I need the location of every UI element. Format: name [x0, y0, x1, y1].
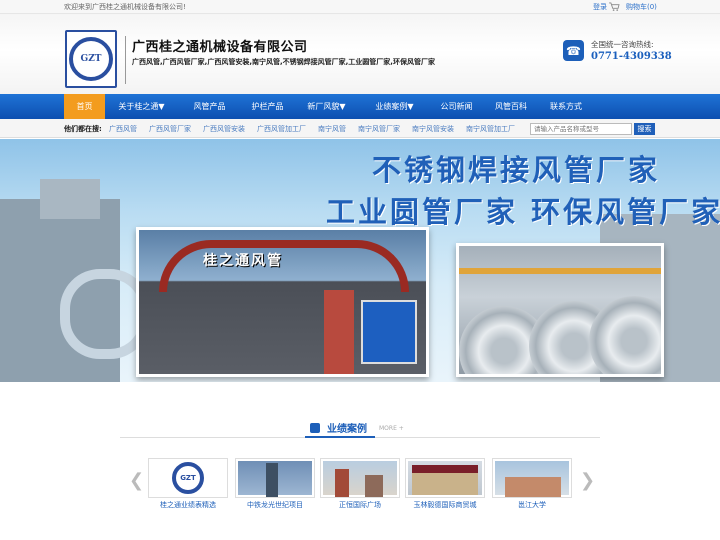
cases-title-underline	[305, 436, 375, 438]
nav-item-contact[interactable]: 联系方式	[539, 94, 593, 119]
carousel-next-icon[interactable]: ❯	[580, 470, 595, 491]
company-logo[interactable]: GZT	[65, 30, 117, 88]
cart-link[interactable]: 购物车(0)	[626, 2, 657, 12]
hot-search-link[interactable]: 南宁风管安装	[412, 124, 454, 134]
case-thumbnail[interactable]	[235, 458, 315, 498]
overhead-crane	[459, 268, 661, 274]
case-image	[238, 461, 312, 497]
factory-gate-photo: 桂之通风管	[136, 227, 429, 377]
nav-item-news[interactable]: 公司新闻	[430, 94, 483, 119]
gate-pillar	[324, 290, 354, 374]
hot-search-links: 广西风管 广西风管厂家 广西风管安装 广西风管加工厂 南宁风管 南宁风管厂家 南…	[109, 124, 527, 134]
case-image	[323, 461, 397, 497]
nav-item-about[interactable]: 关于桂之通▼	[105, 94, 178, 119]
site-header: GZT 广西桂之通机械设备有限公司 广西风管,广西风管厂家,广西风管安装,南宁风…	[0, 14, 720, 94]
factory-gate-arch	[159, 240, 409, 292]
hot-search-link[interactable]: 广西风管加工厂	[257, 124, 306, 134]
hot-search-link[interactable]: 南宁风管厂家	[358, 124, 400, 134]
building-shape	[412, 473, 478, 495]
main-nav: 首页 关于桂之通▼ 风管产品 护栏产品 新厂风貌▼ 业绩案例▼ 公司新闻 风管百…	[0, 94, 720, 119]
search-button[interactable]: 搜索	[634, 123, 655, 135]
case-image	[495, 461, 569, 497]
hot-search-bar: 他们都在搜: 广西风管 广西风管厂家 广西风管安装 广西风管加工厂 南宁风管 南…	[0, 119, 720, 138]
building-shape	[505, 477, 561, 497]
building-shape	[412, 465, 478, 473]
hotline-number: 0771-4309338	[591, 51, 672, 62]
hot-search-link[interactable]: 广西风管厂家	[149, 124, 191, 134]
banner-slogan-line1: 不锈钢焊接风管厂家	[372, 153, 661, 187]
case-image	[408, 461, 482, 495]
case-label[interactable]: 邕江大学	[492, 500, 572, 510]
case-label[interactable]: 桂之通业绩表精选	[148, 500, 228, 510]
cases-section-header: 业绩案例 MORE +	[120, 418, 600, 438]
case-image: GZT	[151, 461, 225, 495]
nav-item-home[interactable]: 首页	[64, 94, 105, 119]
building-shape	[335, 469, 349, 497]
welcome-text: 欢迎来到广西桂之通机械设备有限公司!	[64, 3, 186, 11]
case-label[interactable]: 正恒国际广场	[320, 500, 400, 510]
hotline-label: 全国统一咨询热线:	[591, 40, 654, 49]
case-thumbnail[interactable]: GZT	[148, 458, 228, 498]
hot-search-link[interactable]: 广西风管	[109, 124, 137, 134]
case-thumbnail[interactable]	[405, 458, 485, 498]
building-shape	[365, 475, 383, 497]
phone-icon: ☎	[563, 40, 584, 61]
case-thumbnail[interactable]	[492, 458, 572, 498]
background-building	[40, 179, 100, 219]
nav-item-guardrail-products[interactable]: 护栏产品	[241, 94, 294, 119]
hero-banner[interactable]: 不锈钢焊接风管厂家 工业圆管厂家 环保风管厂家 桂之通风管	[0, 139, 720, 382]
workshop-photo	[456, 243, 664, 377]
nav-item-duct-products[interactable]: 风管产品	[178, 94, 241, 119]
factory-sign-text: 桂之通风管	[203, 253, 283, 269]
tower-shape	[266, 463, 278, 497]
nav-item-new-factory[interactable]: 新厂风貌▼	[294, 94, 359, 119]
cart-icon[interactable]	[609, 2, 620, 11]
header-divider	[125, 36, 126, 84]
logo-mark: GZT	[172, 462, 204, 494]
cases-title: 业绩案例	[327, 424, 367, 435]
search-input[interactable]	[530, 123, 632, 135]
login-link[interactable]: 登录	[593, 2, 607, 12]
hot-search-link[interactable]: 南宁风管	[318, 124, 346, 134]
hot-search-link[interactable]: 南宁风管加工厂	[466, 124, 515, 134]
spiral-duct	[589, 296, 661, 374]
hot-search-link[interactable]: 广西风管安装	[203, 124, 245, 134]
cases-more-link[interactable]: MORE +	[379, 425, 404, 432]
cases-title-icon	[310, 423, 320, 433]
info-board	[361, 300, 417, 364]
logo-mark: GZT	[69, 37, 113, 81]
banner-slogan-line2: 工业圆管厂家 环保风管厂家	[326, 195, 720, 229]
nav-spacer-left	[0, 94, 64, 119]
case-label[interactable]: 玉林毅德国际商贸城	[405, 500, 485, 510]
top-bar: 欢迎来到广西桂之通机械设备有限公司! 登录 购物车(0)	[0, 0, 720, 14]
nav-item-cases[interactable]: 业绩案例▼	[359, 94, 430, 119]
case-label[interactable]: 中铁龙光世纪项目	[235, 500, 315, 510]
company-name: 广西桂之通机械设备有限公司	[132, 40, 308, 55]
carousel-prev-icon[interactable]: ❮	[129, 470, 144, 491]
nav-item-duct-wiki[interactable]: 风管百科	[483, 94, 539, 119]
header-keywords: 广西风管,广西风管厂家,广西风管安装,南宁风管,不锈钢焊接风管厂家,工业圆管厂家…	[132, 58, 435, 66]
hot-search-label: 他们都在搜:	[64, 125, 102, 133]
case-thumbnail[interactable]	[320, 458, 400, 498]
